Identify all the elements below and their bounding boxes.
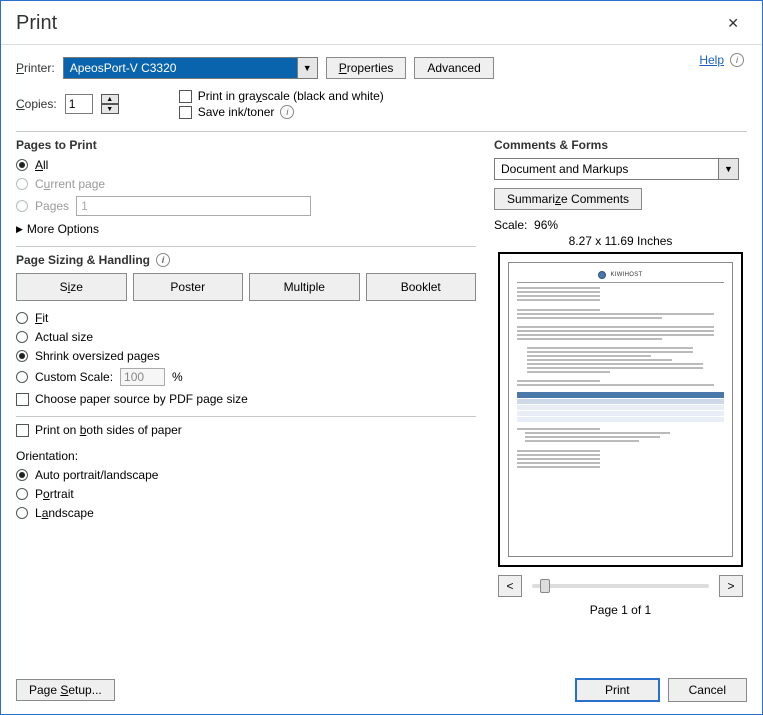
spinner-down-icon[interactable]: ▼ [101,104,119,114]
both-sides-checkbox[interactable] [16,424,29,437]
pages-range-label: Pages [35,199,69,213]
pages-all-radio[interactable] [16,159,28,171]
orientation-landscape-label: Landscape [35,506,94,520]
size-tab[interactable]: Size [16,273,127,301]
copies-input[interactable] [65,94,93,114]
save-ink-info-icon[interactable]: i [280,105,294,119]
both-sides-label: Print on both sides of paper [35,423,182,437]
slider-thumb[interactable] [540,579,550,593]
pages-current-label: Current page [35,177,105,191]
properties-button[interactable]: Properties [326,57,407,79]
printer-label: Printer: [16,61,55,75]
comments-forms-select[interactable]: Document and Markups ▼ [494,158,739,180]
print-preview: KIWIHOST [498,252,743,567]
orientation-auto-label: Auto portrait/landscape [35,468,158,482]
page-dimensions: 8.27 x 11.69 Inches [494,234,747,248]
scale-label: Scale: [494,218,527,232]
choose-source-label: Choose paper source by PDF page size [35,392,248,406]
more-options-toggle[interactable]: ▶ More Options [16,222,476,236]
custom-scale-radio[interactable] [16,371,28,383]
preview-next-button[interactable]: > [719,575,743,597]
print-button[interactable]: Print [575,678,660,702]
grayscale-checkbox[interactable] [179,90,192,103]
multiple-tab[interactable]: Multiple [249,273,360,301]
help-info-icon[interactable]: i [730,53,744,67]
printer-select[interactable]: ApeosPort-V C3320 ▼ [63,57,318,79]
orientation-heading: Orientation: [16,449,476,463]
help-link[interactable]: Help [699,53,724,67]
triangle-right-icon: ▶ [16,224,23,235]
page-setup-button[interactable]: Page Setup... [16,679,115,701]
custom-scale-label: Custom Scale: [35,370,113,384]
save-ink-checkbox[interactable] [179,106,192,119]
print-dialog: Print ✕ Help i Printer: ApeosPort-V C332… [0,0,763,715]
preview-logo-icon [598,271,606,279]
actual-size-radio[interactable] [16,331,28,343]
pages-range-radio[interactable] [16,200,28,212]
chevron-down-icon: ▼ [297,58,317,78]
printer-selected-value: ApeosPort-V C3320 [64,61,297,75]
poster-tab[interactable]: Poster [133,273,244,301]
pages-all-label: All [35,158,48,172]
sizing-info-icon[interactable]: i [156,253,170,267]
preview-page: KIWIHOST [508,262,733,557]
comments-forms-value: Document and Markups [495,162,718,176]
preview-brand: KIWIHOST [610,272,642,278]
chevron-down-icon: ▼ [718,159,738,179]
summarize-comments-button[interactable]: Summarize Comments [494,188,642,210]
close-icon[interactable]: ✕ [719,11,747,36]
dialog-title: Print [16,12,57,35]
pages-to-print-heading: Pages to Print [16,138,476,152]
advanced-button[interactable]: Advanced [414,57,493,79]
scale-value: 96% [534,218,558,232]
cancel-button[interactable]: Cancel [668,678,747,702]
grayscale-label: Print in grayscale (black and white) [198,89,384,103]
fit-radio[interactable] [16,312,28,324]
copies-spinner[interactable]: ▲ ▼ [101,94,119,114]
copies-label: Copies: [16,97,57,111]
pages-range-input[interactable] [76,196,311,216]
orientation-portrait-label: Portrait [35,487,74,501]
preview-slider[interactable] [532,584,709,588]
booklet-tab[interactable]: Booklet [366,273,477,301]
actual-size-label: Actual size [35,330,93,344]
custom-scale-input[interactable] [120,368,165,386]
orientation-landscape-radio[interactable] [16,507,28,519]
save-ink-label: Save ink/toner [198,105,275,119]
orientation-portrait-radio[interactable] [16,488,28,500]
percent-label: % [172,370,183,384]
comments-forms-heading: Comments & Forms [494,138,747,152]
preview-prev-button[interactable]: < [498,575,522,597]
titlebar: Print ✕ [1,1,762,45]
choose-source-checkbox[interactable] [16,393,29,406]
spinner-up-icon[interactable]: ▲ [101,94,119,104]
fit-label: Fit [35,311,48,325]
pages-current-radio[interactable] [16,178,28,190]
orientation-auto-radio[interactable] [16,469,28,481]
page-indicator: Page 1 of 1 [494,603,747,617]
shrink-radio[interactable] [16,350,28,362]
shrink-label: Shrink oversized pages [35,349,160,363]
sizing-heading: Page Sizing & Handling i [16,253,476,267]
